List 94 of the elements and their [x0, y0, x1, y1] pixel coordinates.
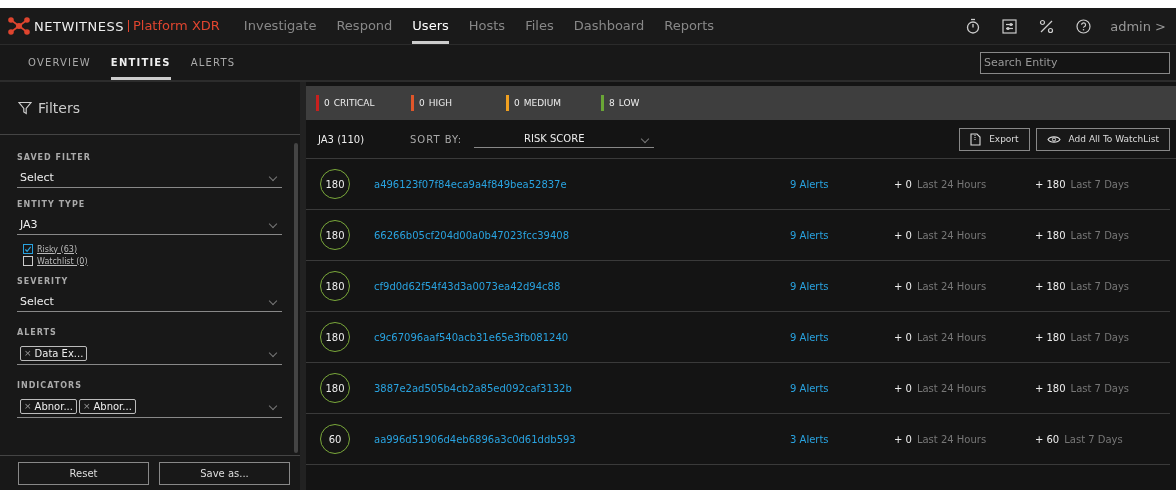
entity-link[interactable]: 66266b05cf204d00a0b47023fcc39408: [374, 229, 790, 241]
tag-label: Abnor...: [34, 400, 73, 412]
sort-label: SORT BY:: [410, 133, 464, 145]
nav-tab[interactable]: Reports: [664, 8, 715, 44]
eye-icon: [1046, 134, 1061, 144]
severity-label: HIGH: [428, 98, 452, 108]
filter-label: SAVED FILTER: [17, 153, 92, 162]
score-delta: + 180: [1034, 229, 1066, 241]
filter-tag[interactable]: × Abnor...: [78, 398, 136, 414]
brand-name: NETWITNESS: [34, 18, 124, 34]
nav-tab[interactable]: Hosts: [468, 8, 506, 44]
severity-count: 8: [609, 98, 615, 108]
period-label: Last 24 Hours: [916, 280, 988, 292]
remove-tag-button[interactable]: ×: [24, 348, 32, 358]
scrollbar[interactable]: [294, 143, 298, 453]
filter-label: INDICATORS: [17, 381, 83, 390]
filter-dropdown[interactable]: Select: [17, 167, 282, 188]
alerts-link[interactable]: 9 Alerts: [790, 178, 894, 190]
filter-tag[interactable]: × Abnor...: [20, 398, 77, 414]
score-delta: + 0: [894, 178, 912, 190]
alerts-link[interactable]: 9 Alerts: [790, 382, 894, 394]
score-delta: + 180: [1034, 178, 1066, 190]
period-label: Last 24 Hours: [916, 331, 988, 343]
score-delta: + 180: [1034, 280, 1066, 292]
period-label: Last 24 Hours: [916, 178, 988, 190]
product-name: Platform XDR: [127, 20, 220, 32]
stopwatch-icon[interactable]: [966, 18, 981, 34]
filter-multiselect[interactable]: × Abnor... × Abnor...: [17, 395, 282, 418]
period-label: Last 7 Days: [1070, 280, 1130, 292]
alerts-link[interactable]: 3 Alerts: [790, 433, 894, 445]
user-menu[interactable]: admin >: [1110, 18, 1166, 34]
list-title: JA3 (110): [318, 133, 366, 145]
checkbox-label[interactable]: Watchlist (0): [37, 256, 88, 266]
period-label: Last 24 Hours: [916, 433, 988, 445]
filter-dropdown[interactable]: JA3: [17, 214, 282, 235]
nav-tab[interactable]: Files: [525, 8, 554, 44]
checkbox-label[interactable]: Risky (63): [37, 244, 77, 254]
sort-dropdown[interactable]: RISK SCORE: [474, 130, 654, 148]
severity-count: 0: [514, 98, 520, 108]
score-delta: + 0: [894, 331, 912, 343]
network-logo-icon: [8, 17, 30, 35]
filter-label: ENTITY TYPE: [17, 200, 87, 209]
period-label: Last 7 Days: [1064, 433, 1123, 445]
score-delta: + 180: [1034, 331, 1066, 343]
nav-tab[interactable]: Investigate: [243, 8, 317, 44]
period-label: Last 7 Days: [1070, 331, 1130, 343]
checkbox[interactable]: [23, 244, 33, 254]
period-label: Last 7 Days: [1070, 229, 1130, 241]
filter-label: SEVERITY: [17, 277, 70, 286]
severity-count: 0: [324, 98, 330, 108]
filters-title: Filters: [38, 100, 80, 116]
entity-link[interactable]: a496123f07f84eca9a4f849bea52837e: [374, 178, 790, 190]
severity-label: CRITICAL: [333, 98, 375, 108]
alerts-link[interactable]: 9 Alerts: [790, 229, 894, 241]
alerts-link[interactable]: 9 Alerts: [790, 331, 894, 343]
remove-tag-button[interactable]: ×: [82, 401, 91, 411]
filter-tag[interactable]: × Data Ex...: [20, 345, 88, 361]
remove-tag-button[interactable]: ×: [24, 401, 32, 411]
export-button[interactable]: Export: [959, 127, 1030, 151]
period-label: Last 24 Hours: [916, 229, 988, 241]
alerts-link[interactable]: 9 Alerts: [790, 280, 894, 292]
entity-link[interactable]: 3887e2ad505b4cb2a85ed092caf3132b: [374, 382, 790, 394]
filter-dropdown[interactable]: Select: [17, 291, 282, 312]
severity-label: LOW: [618, 98, 640, 108]
tag-label: Data Ex...: [34, 347, 84, 359]
filter-button[interactable]: Reset: [18, 462, 149, 485]
filter-label: ALERTS: [17, 328, 58, 337]
score-delta: + 0: [894, 382, 912, 394]
sub-tab[interactable]: OVERVIEW: [28, 45, 91, 80]
period-label: Last 7 Days: [1070, 382, 1130, 394]
filter-multiselect[interactable]: × Data Ex...: [17, 342, 282, 365]
checkbox[interactable]: [23, 256, 33, 266]
sliders-icon[interactable]: [1002, 18, 1018, 34]
entity-link[interactable]: cf9d0d62f54f43d3a0073ea42d94c88: [374, 280, 790, 292]
nav-tab[interactable]: Respond: [336, 8, 393, 44]
period-label: Last 24 Hours: [916, 382, 988, 394]
score-delta: + 60: [1034, 433, 1060, 445]
filter-button[interactable]: Save as...: [159, 462, 290, 485]
watchlist-button[interactable]: Add All To WatchList: [1035, 127, 1170, 151]
score-delta: + 0: [894, 229, 912, 241]
filter-icon: [18, 101, 32, 115]
score-delta: + 0: [894, 280, 912, 292]
help-icon[interactable]: [1076, 18, 1092, 34]
severity-label: MEDIUM: [523, 98, 562, 108]
entity-link[interactable]: aa996d51906d4eb6896a3c0d61ddb593: [374, 433, 790, 445]
entity-link[interactable]: c9c67096aaf540acb31e65e3fb081240: [374, 331, 790, 343]
tag-label: Abnor...: [93, 400, 132, 412]
score-delta: + 0: [894, 433, 912, 445]
period-label: Last 7 Days: [1070, 178, 1130, 190]
score-delta: + 180: [1034, 382, 1066, 394]
severity-count: 0: [419, 98, 425, 108]
sub-tab[interactable]: ALERTS: [190, 45, 236, 80]
search-field[interactable]: Search Entity: [980, 51, 1170, 74]
nav-tab[interactable]: Dashboard: [573, 8, 645, 44]
